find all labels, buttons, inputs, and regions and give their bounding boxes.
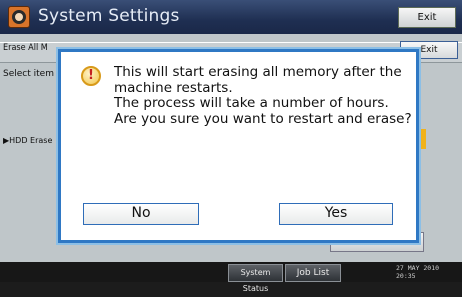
select-item-label: Select item — [3, 69, 54, 79]
no-button[interactable]: No — [83, 203, 199, 225]
dialog-message: This will start erasing all memory after… — [114, 64, 412, 127]
selection-indicator — [418, 129, 426, 149]
hdd-erase-label: ▶HDD Erase — [3, 136, 53, 145]
time-text: 20:35 — [396, 272, 416, 280]
message-line: The process will take a number of hours. — [114, 95, 389, 111]
message-line: This will start erasing all memory after… — [114, 64, 402, 80]
warning-icon: ! — [81, 66, 101, 86]
erase-all-memory-label: Erase All M — [3, 43, 48, 53]
confirm-dialog: ! This will start erasing all memory aft… — [58, 49, 419, 243]
message-line: machine restarts. — [114, 79, 233, 96]
system-settings-icon — [8, 6, 30, 28]
status-bar: System Status Job List 27 MAY 2010 20:35 — [0, 262, 462, 293]
page-title: System Settings — [38, 6, 180, 26]
job-list-button[interactable]: Job List — [285, 264, 341, 282]
yes-button[interactable]: Yes — [279, 203, 393, 225]
exit-button[interactable]: Exit — [398, 7, 456, 28]
date-time: 27 MAY 2010 20:35 — [396, 264, 439, 280]
title-bar: System Settings Exit — [0, 0, 462, 34]
message-line: Are you sure you want to restart and era… — [114, 110, 412, 127]
date-text: 27 MAY 2010 — [396, 264, 440, 272]
system-status-button[interactable]: System Status — [228, 264, 283, 293]
